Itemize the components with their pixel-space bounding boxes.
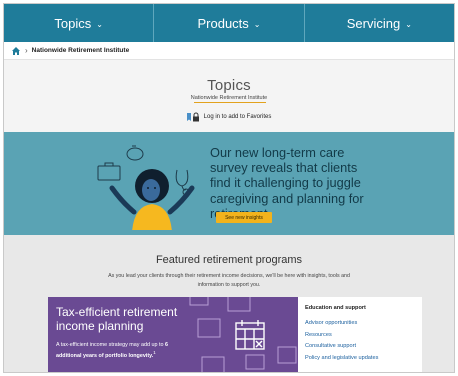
page-header: Topics Nationwide Retirement Institute L… — [4, 60, 454, 132]
promo-desc-prefix: A tax-efficient income strategy may add … — [56, 342, 165, 348]
link-advisor-opportunities[interactable]: Advisor opportunities — [305, 320, 415, 326]
link-resources[interactable]: Resources — [305, 332, 415, 338]
promo-description: A tax-efficient income strategy may add … — [56, 341, 176, 360]
tax-efficient-promo-card[interactable]: Tax-efficient retirement income planning… — [48, 297, 298, 372]
link-consultative-support[interactable]: Consultative support — [305, 343, 415, 349]
caregiver-illustration-icon — [97, 145, 195, 230]
nav-servicing-label: Servicing — [346, 15, 401, 31]
nav-products-label: Products — [197, 15, 249, 31]
page-frame: Topics ⌄ Products ⌄ Servicing ⌄ › Nation… — [3, 3, 455, 373]
featured-description: As you lead your clients through their r… — [4, 272, 454, 290]
chevron-down-icon: ⌄ — [253, 19, 261, 29]
breadcrumb-separator: › — [25, 46, 28, 55]
promo-footnote: 1 — [153, 350, 156, 355]
favorites-label: Log in to add to Favorites — [203, 114, 272, 120]
featured-description-line1: As you lead your clients through their r… — [108, 273, 350, 279]
link-policy-updates[interactable]: Policy and legislative updates — [305, 355, 415, 361]
hero-headline: Our new long-term care survey reveals th… — [210, 145, 364, 221]
nav-topics-label: Topics — [54, 15, 92, 31]
favorites-login[interactable]: Log in to add to Favorites — [4, 112, 454, 122]
nav-products[interactable]: Products ⌄ — [154, 4, 305, 42]
chevron-down-icon: ⌄ — [405, 19, 412, 29]
page-title: Topics — [207, 77, 251, 94]
hero-banner: Our new long-term care survey reveals th… — [4, 132, 454, 235]
page-subtitle: Nationwide Retirement Institute — [190, 95, 268, 101]
see-new-insights-button[interactable]: See new insights — [216, 212, 272, 223]
education-support-heading: Education and support — [305, 305, 366, 311]
nav-topics[interactable]: Topics ⌄ — [4, 4, 155, 42]
top-navigation: Topics ⌄ Products ⌄ Servicing ⌄ — [4, 4, 454, 42]
featured-title: Featured retirement programs — [155, 254, 303, 266]
breadcrumb-current: Nationwide Retirement Institute — [31, 47, 130, 54]
education-support-panel: Education and support Advisor opportunit… — [298, 297, 422, 372]
title-underline — [194, 102, 266, 103]
breadcrumb: › Nationwide Retirement Institute — [4, 42, 454, 60]
promo-title: Tax-efficient retirement income planning — [56, 305, 178, 333]
lock-icon — [186, 112, 199, 122]
nav-servicing[interactable]: Servicing ⌄ — [305, 4, 454, 42]
chevron-down-icon: ⌄ — [96, 19, 103, 29]
featured-programs-section: Featured retirement programs As you lead… — [4, 235, 454, 372]
featured-description-line2: information to support you. — [197, 282, 261, 288]
home-icon[interactable] — [11, 46, 21, 56]
